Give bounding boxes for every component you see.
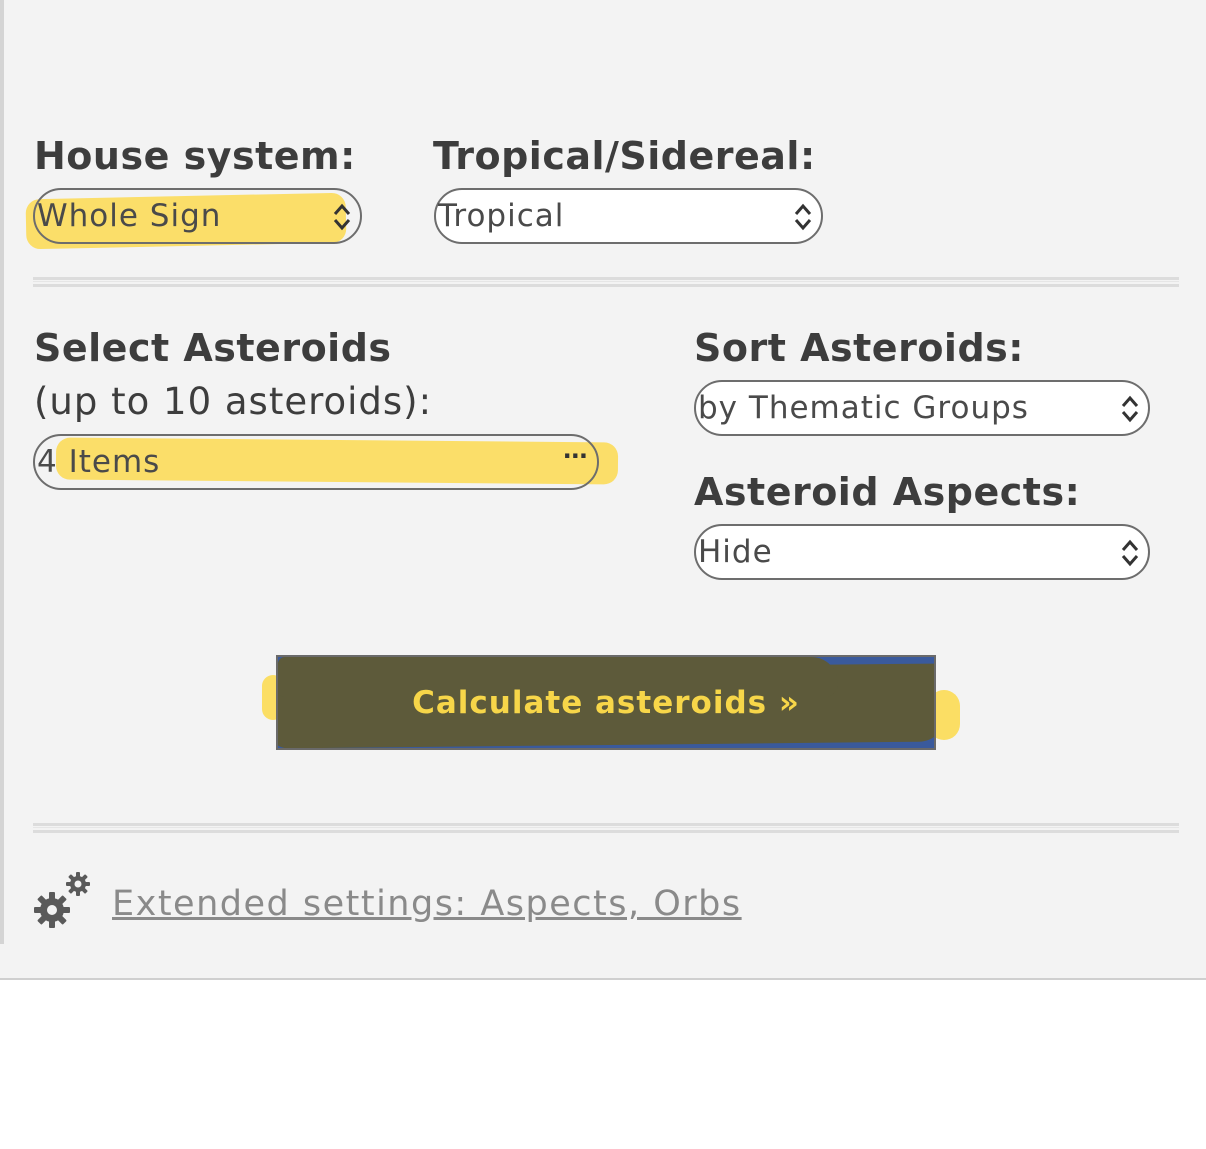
section-divider <box>33 277 1179 287</box>
select-asteroids-label: Select Asteroids <box>34 326 392 370</box>
select-asteroids-value: 4 Items <box>37 444 161 480</box>
select-asteroids-sublabel: (up to 10 asteroids): <box>34 380 433 423</box>
select-asteroids-multiselect[interactable]: 4 Items ··· <box>33 434 599 490</box>
gears-icon <box>34 872 90 928</box>
chevron-updown-icon <box>333 203 351 231</box>
settings-panel: House system: Whole Sign Tropical/Sidere… <box>0 0 1206 980</box>
chevron-updown-icon <box>794 203 812 231</box>
chevron-updown-icon <box>1121 539 1139 567</box>
tropical-sidereal-label: Tropical/Sidereal: <box>433 134 816 178</box>
panel-left-edge <box>0 0 4 944</box>
asteroid-aspects-label: Asteroid Aspects: <box>694 470 1081 514</box>
asteroid-aspects-value: Hide <box>698 534 773 570</box>
section-divider <box>33 823 1179 833</box>
calculate-asteroids-label: Calculate asteroids » <box>412 685 800 721</box>
tropical-sidereal-value: Tropical <box>438 198 565 234</box>
chevron-updown-icon <box>1121 395 1139 423</box>
calculate-asteroids-button[interactable]: Calculate asteroids » <box>276 655 936 750</box>
page-bottom-area <box>0 980 1206 1149</box>
ellipsis-icon: ··· <box>562 442 588 470</box>
house-system-value: Whole Sign <box>37 198 222 234</box>
extended-settings-link[interactable]: Extended settings: Aspects, Orbs <box>112 884 742 924</box>
house-system-select[interactable]: Whole Sign <box>33 188 362 244</box>
house-system-label: House system: <box>34 134 356 178</box>
tropical-sidereal-select[interactable]: Tropical <box>434 188 823 244</box>
sort-asteroids-label: Sort Asteroids: <box>694 326 1024 370</box>
asteroid-aspects-select[interactable]: Hide <box>694 524 1150 580</box>
sort-asteroids-select[interactable]: by Thematic Groups <box>694 380 1150 436</box>
sort-asteroids-value: by Thematic Groups <box>698 390 1029 426</box>
